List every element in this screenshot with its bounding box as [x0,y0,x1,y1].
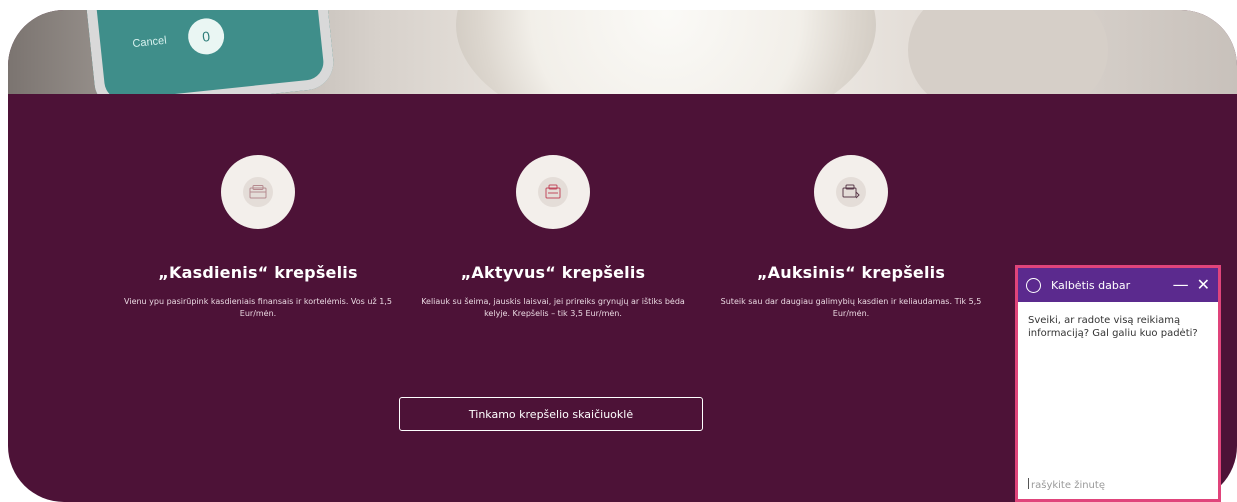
phone-image: Cancel 0 [83,10,337,94]
feature-description: Keliauk su šeima, jauskis laisvai, jei p… [421,297,685,318]
coffee-cup-image [456,10,876,94]
chat-bubble-icon [1026,277,1041,293]
hand-image [908,10,1108,94]
chat-input[interactable]: rašykite žinutę [1028,478,1105,491]
feature-title: „Auksinis“ krepšelis [756,263,946,282]
feature-auksinis: „Auksinis“ krepšelis Suteik sau dar daug… [711,155,991,320]
gold-cards-icon [836,177,866,207]
feature-icon-circle [814,155,888,229]
hero-image: Cancel 0 [8,10,1237,94]
phone-cancel-text: Cancel [131,34,168,51]
feature-aktyvus: „Aktyvus“ krepšelis Keliauk su šeima, ja… [413,155,693,320]
feature-title: „Aktyvus“ krepšelis [460,263,646,282]
travel-cards-icon [538,177,568,207]
feature-kasdienis: „Kasdienis“ krepšelis Vienu ypu pasirūpi… [118,155,398,320]
minimize-icon[interactable]: — [1173,277,1189,293]
chat-title: Kalbėtis dabar [1051,278,1131,292]
feature-title: „Kasdienis“ krepšelis [158,263,358,282]
wallet-icon [243,177,273,207]
feature-description: Suteik sau dar daugiau galimybių kasdien… [720,297,982,318]
chat-header: Kalbėtis dabar — ✕ [1018,268,1218,302]
feature-description: Vienu ypu pasirūpink kasdieniais finansa… [124,297,392,318]
close-icon[interactable]: ✕ [1197,277,1210,293]
phone-zero-key: 0 [186,16,226,57]
feature-icon-circle [516,155,590,229]
chat-widget: Kalbėtis dabar — ✕ Sveiki, ar radote vis… [1015,265,1221,502]
feature-icon-circle [221,155,295,229]
calculator-button[interactable]: Tinkamo krepšelio skaičiuoklė [399,397,703,431]
chat-message: Sveiki, ar radote visą reikiamą informac… [1028,315,1198,339]
